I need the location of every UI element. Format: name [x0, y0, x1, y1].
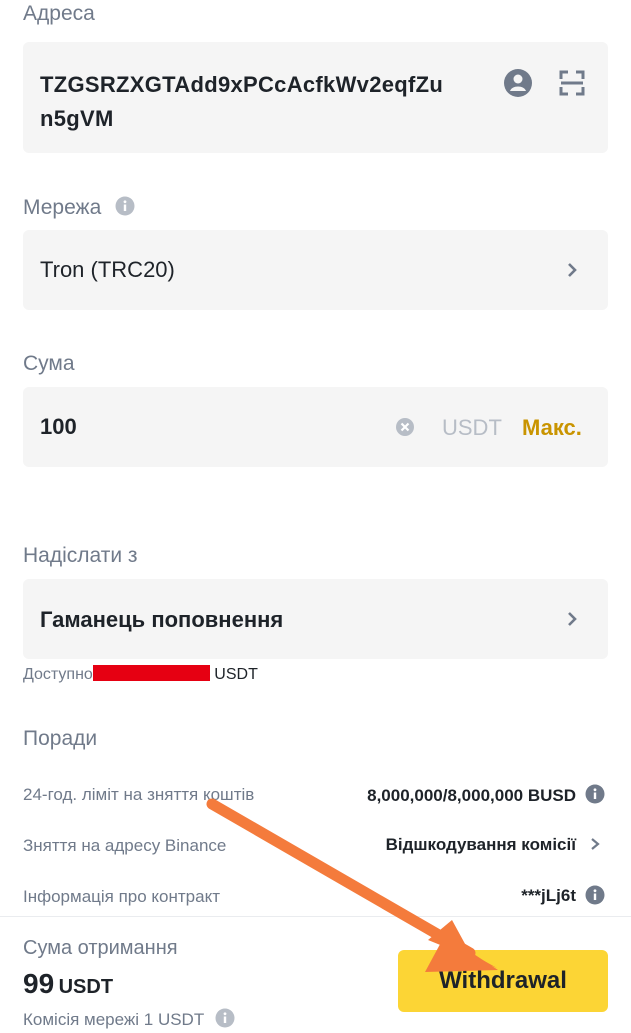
limit-label: 24-год. ліміт на зняття коштів — [23, 785, 255, 804]
network-selector[interactable]: Tron (TRC20) — [23, 230, 608, 310]
network-info-icon[interactable] — [115, 196, 135, 222]
chevron-right-icon — [564, 262, 580, 278]
amount-field[interactable]: 100 USDT Макс. — [23, 387, 608, 467]
chevron-right-icon — [589, 837, 601, 851]
network-value: Tron (TRC20) — [40, 257, 175, 282]
address-label: Адреса — [23, 2, 95, 25]
address-book-icon[interactable] — [503, 68, 533, 98]
fee-refund-link[interactable]: Відшкодування комісії — [386, 835, 576, 855]
fee-info-icon[interactable] — [215, 1008, 235, 1033]
available-label: Доступно — [23, 666, 93, 683]
amount-input[interactable]: 100 — [40, 414, 77, 440]
annotation-arrow-icon — [206, 798, 498, 972]
network-fee-text: Комісія мережі 1 USDT — [23, 1010, 204, 1029]
limit-value: 8,000,000/8,000,000 BUSD — [367, 786, 576, 805]
send-from-label: Надіслати з — [23, 544, 138, 567]
amount-label: Сума — [23, 352, 75, 375]
contract-value: ***jLj6t — [521, 886, 576, 905]
max-button[interactable]: Макс. — [522, 415, 582, 441]
chevron-right-icon — [564, 611, 580, 627]
receive-label: Сума отримання — [23, 937, 178, 959]
wallet-value: Гаманець поповнення — [40, 607, 284, 632]
wallet-selector[interactable]: Гаманець поповнення — [23, 579, 608, 659]
contract-info-icon[interactable] — [585, 885, 605, 905]
address-value-line1: TZGSRZXGTAdd9xPCcAcfkWv2eqfZu — [40, 72, 444, 97]
available-currency: USDT — [214, 666, 258, 683]
binance-address-label: Зняття на адресу Binance — [23, 836, 227, 855]
receive-amount-currency: USDT — [58, 976, 114, 998]
address-field[interactable]: TZGSRZXGTAdd9xPCcAcfkWv2eqfZu n5gVM — [23, 42, 608, 153]
withdrawal-button[interactable]: Withdrawal — [398, 950, 608, 1012]
address-value-line2: n5gVM — [40, 106, 114, 131]
contract-info-label: Інформація про контракт — [23, 887, 221, 906]
network-label: Мережа — [23, 196, 135, 222]
network-fee: Комісія мережі 1 USDT — [23, 1008, 235, 1033]
limit-info-icon[interactable] — [585, 784, 605, 804]
clear-icon[interactable] — [396, 418, 414, 436]
receive-amount: 99 USDT — [23, 968, 113, 1000]
scan-qr-icon[interactable] — [559, 70, 585, 96]
network-label-text: Мережа — [23, 196, 102, 219]
available-balance: Доступно USDT — [23, 665, 258, 684]
redacted-balance — [92, 665, 210, 681]
amount-currency: USDT — [442, 415, 502, 440]
tips-title: Поради — [23, 727, 98, 750]
receive-amount-value: 99 — [23, 968, 55, 999]
